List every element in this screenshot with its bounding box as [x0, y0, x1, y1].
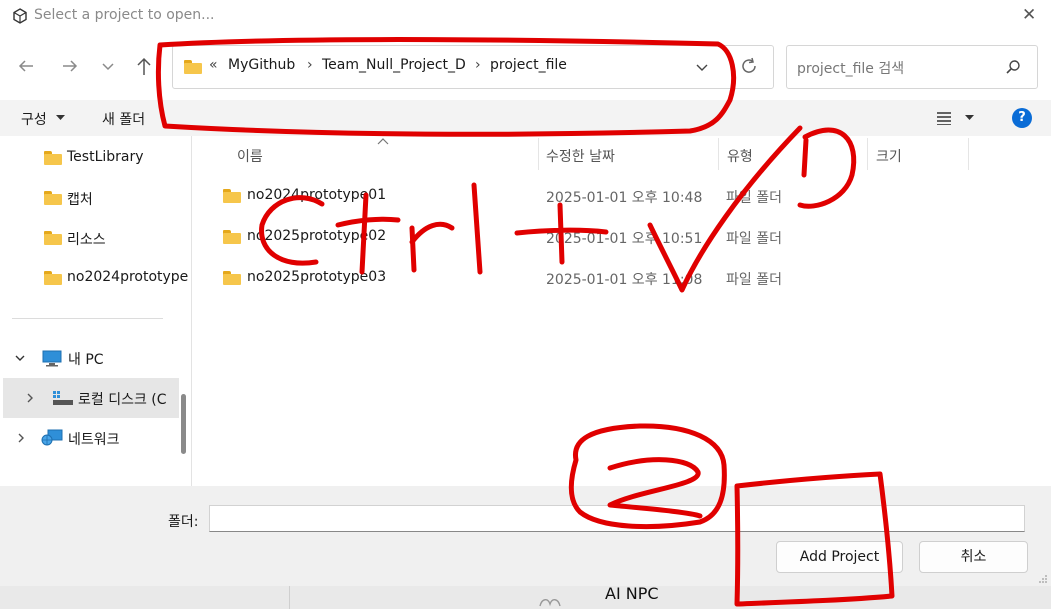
view-dropdown-icon[interactable] [965, 115, 974, 121]
folder-icon [44, 231, 62, 245]
file-date: 2025-01-01 오후 10:51 [546, 231, 703, 247]
sidebar-item-label: 내 PC [68, 352, 104, 368]
breadcrumb-overflow[interactable]: « [209, 57, 218, 73]
forward-arrow-icon[interactable] [60, 56, 80, 76]
address-dropdown-chevron-icon[interactable] [694, 59, 710, 75]
folder-icon [44, 151, 62, 165]
file-name: no2025prototype03 [247, 269, 387, 285]
new-folder-button[interactable]: 새 폴더 [102, 109, 145, 129]
computer-icon [42, 350, 62, 367]
column-header-size[interactable]: 크기 [876, 146, 902, 166]
list-item[interactable]: no2025prototype03 2025-01-01 오후 11:08 파일… [200, 258, 1030, 298]
background-app-strip [0, 586, 1051, 609]
sidebar-item-label: 캡처 [67, 192, 93, 208]
navigation-pane: TestLibrary 캡처 리소스 no2024prototype 내 PC … [0, 136, 190, 486]
sidebar-item-label: 네트워크 [68, 432, 120, 448]
background-panel-edge [289, 586, 290, 609]
organize-menu[interactable]: 구성 [21, 109, 47, 129]
file-type: 파일 폴더 [726, 272, 782, 288]
search-box[interactable]: project_file 검색 [786, 45, 1038, 89]
file-date: 2025-01-01 오후 10:48 [546, 190, 703, 206]
add-project-button[interactable]: Add Project [776, 541, 903, 573]
column-header-date[interactable]: 수정한 날짜 [546, 146, 615, 166]
collapsed-chevron-icon[interactable] [16, 432, 26, 444]
window-title: Select a project to open... [34, 7, 215, 23]
file-date: 2025-01-01 오후 11:08 [546, 272, 703, 288]
search-icon[interactable] [1005, 59, 1021, 75]
column-divider[interactable] [867, 138, 868, 170]
up-arrow-icon[interactable] [134, 55, 154, 77]
folder-icon [223, 271, 241, 285]
folder-icon [44, 271, 62, 285]
sidebar-item-network[interactable]: 네트워크 [0, 420, 180, 456]
back-arrow-icon[interactable] [16, 56, 36, 76]
column-divider[interactable] [538, 138, 539, 170]
address-bar[interactable]: « MyGithub › Team_Null_Project_D › proje… [172, 45, 774, 89]
file-type: 파일 폴더 [726, 190, 782, 206]
drive-icon [52, 390, 74, 406]
sidebar-item-testlibrary[interactable]: TestLibrary [0, 140, 180, 176]
breadcrumb-team-null-project-d[interactable]: Team_Null_Project_D [322, 57, 466, 73]
sidebar-item-label: TestLibrary [67, 149, 144, 165]
sidebar-item-this-pc[interactable]: 내 PC [0, 340, 180, 376]
breadcrumb-separator[interactable]: › [475, 57, 481, 73]
file-name: no2024prototype01 [247, 187, 387, 203]
folder-icon [44, 191, 62, 205]
sidebar-item-capture[interactable]: 캡처 [0, 180, 180, 216]
collapsed-chevron-icon[interactable] [25, 392, 35, 404]
help-icon[interactable]: ? [1012, 108, 1032, 128]
sidebar-item-no2024prototype[interactable]: no2024prototype [0, 260, 188, 296]
expanded-chevron-icon[interactable] [14, 352, 26, 364]
unity-logo-icon [12, 8, 28, 24]
background-app-label: AI NPC [605, 584, 659, 603]
sidebar-item-label: no2024prototype [67, 269, 189, 285]
folder-name-field[interactable] [209, 505, 1025, 532]
sidebar-divider [12, 318, 163, 319]
sidebar-item-resources[interactable]: 리소스 [0, 220, 180, 256]
folder-label: 폴더: [168, 514, 199, 530]
sort-ascending-icon [377, 137, 389, 145]
background-app-icon [538, 596, 562, 609]
file-type: 파일 폴더 [726, 231, 782, 247]
resize-grip-icon[interactable] [1038, 574, 1048, 584]
sidebar-item-label: 리소스 [67, 232, 106, 248]
title-bar: Select a project to open... ✕ [0, 0, 1051, 32]
close-icon[interactable]: ✕ [1022, 5, 1036, 25]
column-divider[interactable] [718, 138, 719, 170]
column-header-name[interactable]: 이름 [237, 146, 263, 166]
navigation-scrollbar-thumb[interactable] [181, 394, 186, 454]
column-divider[interactable] [968, 138, 969, 170]
refresh-icon[interactable] [739, 56, 759, 76]
breadcrumb-project-file[interactable]: project_file [490, 57, 567, 73]
search-input[interactable]: project_file 검색 [797, 58, 904, 78]
network-icon [41, 429, 63, 447]
organize-dropdown-icon[interactable] [56, 115, 65, 121]
sidebar-item-local-disk[interactable]: 로컬 디스크 (C [3, 378, 179, 418]
folder-icon [223, 230, 241, 244]
breadcrumb-separator[interactable]: › [307, 57, 313, 73]
pane-separator [191, 136, 192, 486]
view-options-icon[interactable] [936, 111, 952, 125]
folder-icon [223, 189, 241, 203]
file-name: no2025prototype02 [247, 228, 387, 244]
cancel-button[interactable]: 취소 [919, 541, 1028, 573]
breadcrumb-mygithub[interactable]: MyGithub [228, 57, 295, 73]
recent-locations-chevron-icon[interactable] [100, 58, 116, 74]
folder-icon [184, 60, 202, 74]
list-item[interactable]: no2025prototype02 2025-01-01 오후 10:51 파일… [200, 217, 1030, 257]
command-bar: 구성 새 폴더 ? [0, 100, 1051, 136]
sidebar-item-label: 로컬 디스크 (C [78, 392, 167, 408]
list-item[interactable]: no2024prototype01 2025-01-01 오후 10:48 파일… [200, 176, 1030, 216]
column-header-type[interactable]: 유형 [727, 146, 753, 166]
